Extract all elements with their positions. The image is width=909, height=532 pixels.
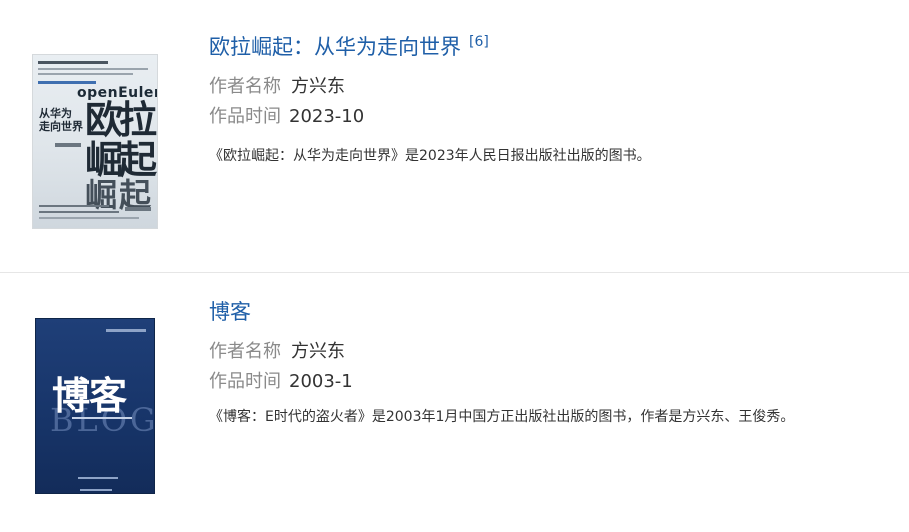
time-value: 2023-10	[289, 106, 365, 127]
cover-big-title: 博客	[52, 374, 127, 418]
book-cover-image[interactable]: openEuler 欧 拉 崛 起 崛 起 从华为 走向世界	[32, 54, 158, 229]
cover-decoration	[125, 207, 151, 211]
cover-decoration	[106, 329, 146, 332]
book-description: 《欧拉崛起：从华为走向世界》是2023年人民日报出版社出版的图书。	[209, 148, 651, 164]
cover-decoration	[38, 81, 96, 84]
time-row: 作品时间 2023-10	[209, 102, 364, 128]
author-value: 方兴东	[291, 341, 345, 362]
cover-subtitle: 从华为 走向世界	[39, 107, 83, 133]
cover-decoration	[39, 211, 119, 213]
author-value: 方兴东	[291, 76, 345, 97]
cover-decoration	[80, 489, 112, 491]
book-entry: openEuler 欧 拉 崛 起 崛 起 从华为 走向世界 欧拉崛起：从华为走…	[0, 0, 909, 272]
book-entry: BLOG 博客 博客 作者名称 方兴东 作品时间 2003-1 《博客：E时代的盗火…	[0, 273, 909, 532]
cover-subtitle-line: 从华为	[39, 107, 72, 120]
author-row: 作者名称 方兴东	[209, 72, 345, 98]
cover-subtitle-line: 走向世界	[39, 120, 83, 133]
cover-big-char: 崛	[85, 137, 124, 182]
cover-decoration	[55, 143, 81, 147]
cover-decoration	[39, 217, 139, 219]
time-label: 作品时间	[209, 106, 281, 127]
cover-big-char: 起	[119, 137, 158, 182]
cover-decoration	[39, 205, 109, 207]
book-cover-image[interactable]: BLOG 博客	[35, 318, 155, 494]
cover-decoration	[38, 61, 108, 64]
author-row: 作者名称 方兴东	[209, 337, 345, 363]
book-list-page: { "books": [ { "title": "欧拉崛起：从华为走向世界", …	[0, 0, 909, 532]
cover-big-char: 拉	[119, 97, 158, 142]
book-description: 《博客：E时代的盗火者》是2003年1月中国方正出版社出版的图书，作者是方兴东、…	[209, 409, 795, 425]
book-title-text: 欧拉崛起：从华为走向世界	[209, 35, 461, 59]
book-title-text: 博客	[209, 300, 251, 324]
cover-decoration	[38, 73, 133, 75]
author-label: 作者名称	[209, 341, 281, 362]
cover-big-char: 欧	[85, 97, 124, 142]
book-title-link[interactable]: 欧拉崛起：从华为走向世界 [6]	[209, 31, 489, 61]
reference-link[interactable]: [6]	[469, 34, 489, 50]
book-title-link[interactable]: 博客	[209, 296, 251, 326]
cover-decoration	[78, 477, 118, 479]
cover-decoration	[72, 417, 132, 419]
time-value: 2003-1	[289, 371, 353, 392]
author-label: 作者名称	[209, 76, 281, 97]
time-label: 作品时间	[209, 371, 281, 392]
time-row: 作品时间 2003-1	[209, 367, 353, 393]
cover-decoration	[38, 68, 148, 70]
